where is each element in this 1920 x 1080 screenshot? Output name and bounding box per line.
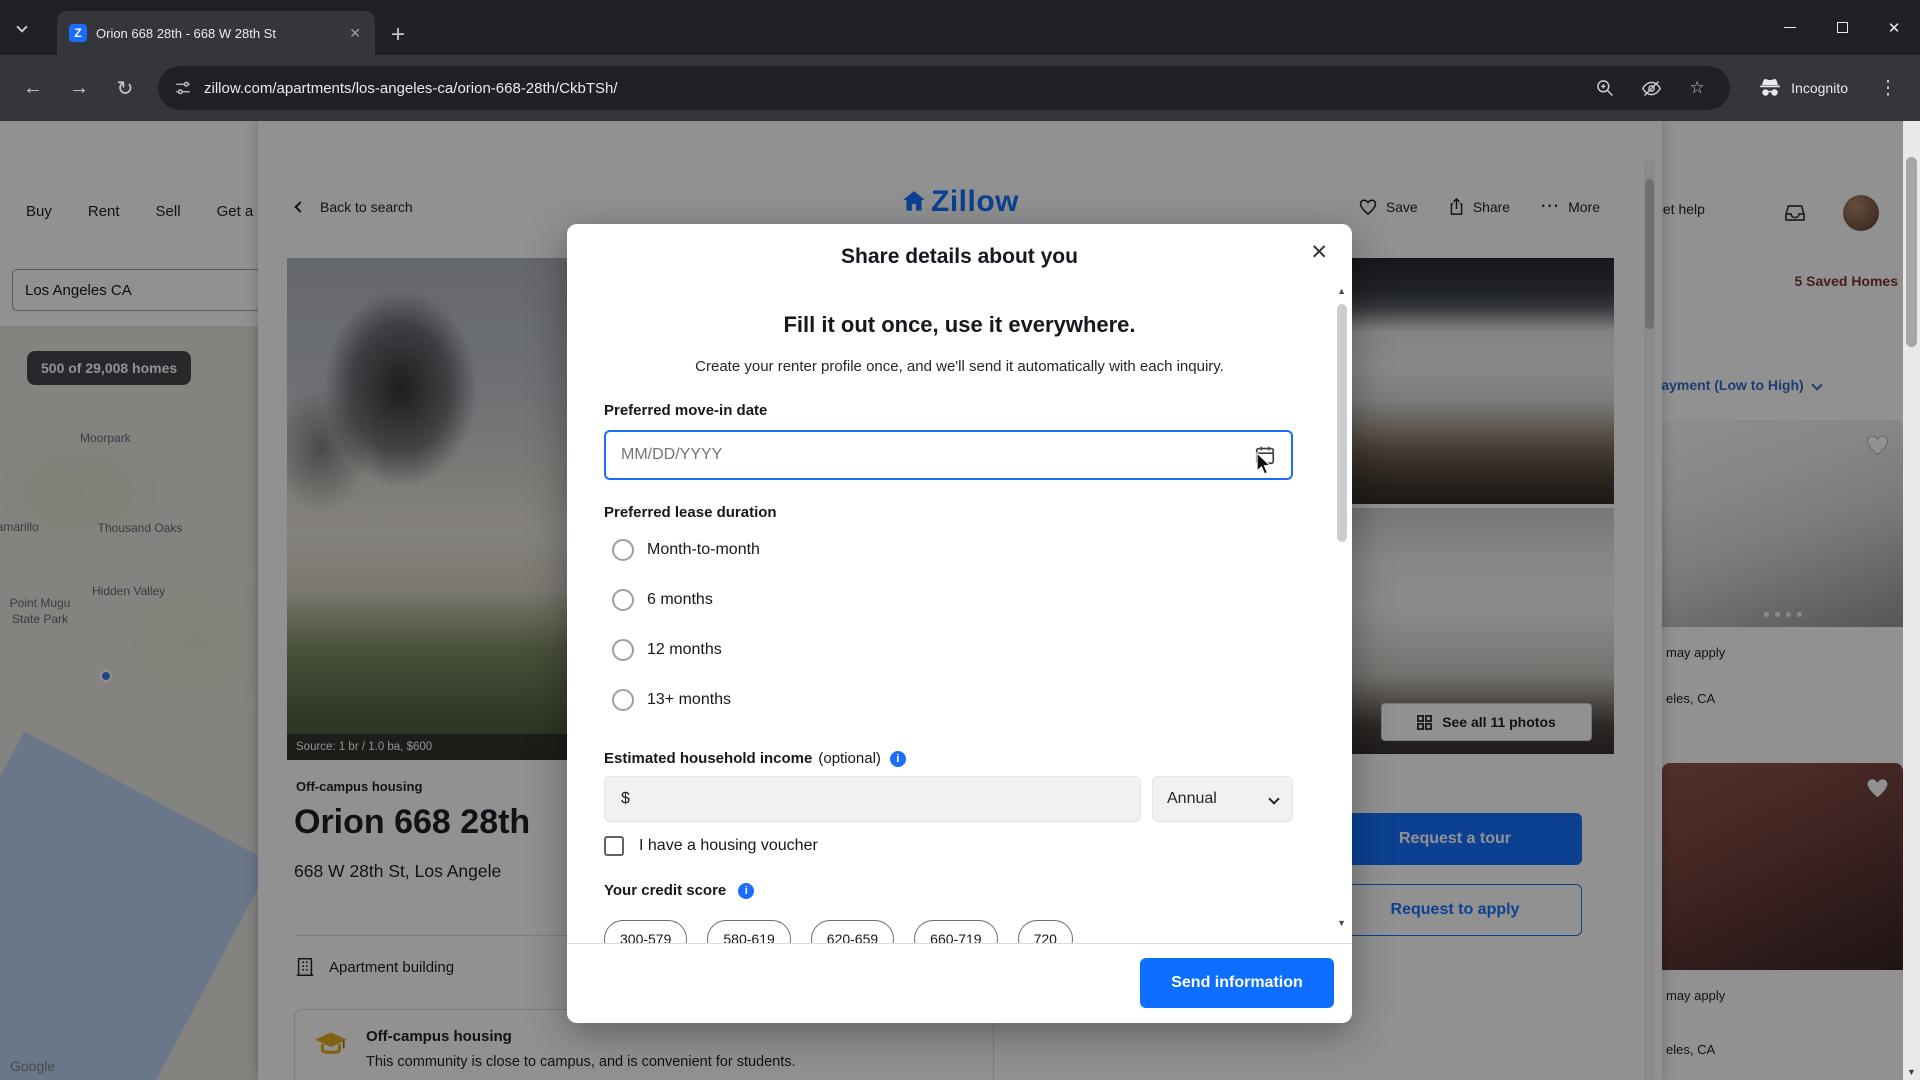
screen: Z Orion 668 28th - 668 W 28th St ✕ + ✕ ←… xyxy=(0,0,1920,1080)
radio-icon[interactable] xyxy=(612,539,634,561)
income-period-select[interactable]: Annual xyxy=(1152,776,1293,822)
modal-scroll-up-icon[interactable]: ▲ xyxy=(1337,286,1346,296)
zillow-favicon-icon: Z xyxy=(69,24,87,42)
income-period-value: Annual xyxy=(1167,790,1217,808)
lease-option-label: 13+ months xyxy=(647,691,731,709)
browser-toolbar: ← → ↻ zillow.com/apartments/los-angeles-… xyxy=(0,55,1920,121)
page-scrollbar[interactable]: ▼ xyxy=(1903,121,1920,1080)
move-in-date-label: Preferred move-in date xyxy=(604,402,767,419)
radio-icon[interactable] xyxy=(612,689,634,711)
mouse-cursor xyxy=(1256,452,1274,476)
radio-icon[interactable] xyxy=(612,589,634,611)
income-prefix: $ xyxy=(621,790,630,808)
zoom-icon[interactable] xyxy=(1588,78,1622,98)
incognito-badge: Incognito xyxy=(1742,78,1864,98)
reload-button[interactable]: ↻ xyxy=(104,67,146,109)
send-information-button[interactable]: Send information xyxy=(1140,958,1334,1008)
info-icon[interactable]: i xyxy=(890,751,906,767)
new-tab-button[interactable]: + xyxy=(391,23,405,47)
income-label: Estimated household income xyxy=(604,750,812,767)
radio-icon[interactable] xyxy=(612,639,634,661)
page-scrollbar-thumb[interactable] xyxy=(1906,157,1917,347)
window-close-button[interactable]: ✕ xyxy=(1868,0,1920,55)
address-bar[interactable]: zillow.com/apartments/los-angeles-ca/ori… xyxy=(158,66,1730,110)
back-button[interactable]: ← xyxy=(12,67,54,109)
forward-button[interactable]: → xyxy=(58,67,100,109)
browser-menu-button[interactable]: ⋮ xyxy=(1868,77,1908,100)
move-in-date-input[interactable] xyxy=(621,446,1254,464)
lease-option-label: 6 months xyxy=(647,591,713,609)
browser-chrome: Z Orion 668 28th - 668 W 28th St ✕ + ✕ ←… xyxy=(0,0,1920,121)
housing-voucher-row[interactable]: I have a housing voucher xyxy=(604,833,818,859)
scroll-down-arrow-icon[interactable]: ▼ xyxy=(1903,1067,1920,1077)
lease-option-6-months[interactable]: 6 months xyxy=(612,587,713,613)
chevron-down-icon xyxy=(16,21,27,32)
close-icon: ✕ xyxy=(1888,19,1901,37)
modal-close-button[interactable]: ✕ xyxy=(1310,240,1328,265)
credit-pill[interactable]: 580-619 xyxy=(707,920,790,943)
tab-strip: Z Orion 668 28th - 668 W 28th St ✕ + ✕ xyxy=(0,0,1920,55)
credit-pill[interactable]: 660-719 xyxy=(914,920,997,943)
credit-pill[interactable]: 720 xyxy=(1018,920,1073,943)
lease-option-13-plus-months[interactable]: 13+ months xyxy=(612,687,731,713)
chevron-down-icon xyxy=(1268,793,1279,804)
maximize-icon xyxy=(1837,22,1848,33)
modal-footer: Send information xyxy=(567,943,1352,1023)
window-minimize-button[interactable] xyxy=(1764,0,1816,55)
credit-score-label: Your credit score xyxy=(604,882,726,899)
checkbox-icon[interactable] xyxy=(604,836,624,856)
modal-heading: Fill it out once, use it everywhere. xyxy=(567,312,1352,338)
credit-score-label-row: Your credit score i xyxy=(604,882,754,899)
window-controls: ✕ xyxy=(1764,0,1920,55)
modal-scrollbar-thumb[interactable] xyxy=(1337,304,1347,542)
window-maximize-button[interactable] xyxy=(1816,0,1868,55)
incognito-icon xyxy=(1758,78,1782,98)
housing-voucher-label: I have a housing voucher xyxy=(639,837,818,855)
modal-content: Fill it out once, use it everywhere. Cre… xyxy=(567,284,1352,943)
lease-option-label: Month-to-month xyxy=(647,541,760,559)
modal-scroll-down-icon[interactable]: ▼ xyxy=(1337,918,1346,928)
share-details-modal: Share details about you ✕ Fill it out on… xyxy=(567,224,1352,1023)
minimize-icon xyxy=(1784,27,1796,28)
browser-tab[interactable]: Z Orion 668 28th - 668 W 28th St ✕ xyxy=(57,11,375,55)
lease-option-month-to-month[interactable]: Month-to-month xyxy=(612,537,760,563)
eye-off-icon[interactable] xyxy=(1634,78,1668,99)
credit-score-options: 300-579 580-619 620-659 660-719 720 xyxy=(604,920,1073,943)
tab-title: Orion 668 28th - 668 W 28th St xyxy=(96,26,336,41)
incognito-label: Incognito xyxy=(1791,80,1848,96)
income-input[interactable]: $ xyxy=(604,776,1141,822)
income-label-row: Estimated household income (optional) i xyxy=(604,750,906,767)
move-in-date-field[interactable] xyxy=(604,430,1293,480)
url-text: zillow.com/apartments/los-angeles-ca/ori… xyxy=(204,80,1576,97)
modal-subheading: Create your renter profile once, and we'… xyxy=(567,358,1352,375)
lease-option-label: 12 months xyxy=(647,641,722,659)
credit-pill[interactable]: 300-579 xyxy=(604,920,687,943)
bookmark-star-icon[interactable]: ☆ xyxy=(1680,78,1714,98)
credit-pill[interactable]: 620-659 xyxy=(811,920,894,943)
tab-search-button[interactable] xyxy=(18,18,26,36)
tab-close-icon[interactable]: ✕ xyxy=(345,25,365,42)
lease-duration-label: Preferred lease duration xyxy=(604,504,777,521)
modal-title: Share details about you xyxy=(567,245,1352,269)
site-info-icon[interactable] xyxy=(174,79,192,97)
info-icon[interactable]: i xyxy=(738,883,754,899)
lease-option-12-months[interactable]: 12 months xyxy=(612,637,722,663)
income-optional-label: (optional) xyxy=(818,750,881,767)
